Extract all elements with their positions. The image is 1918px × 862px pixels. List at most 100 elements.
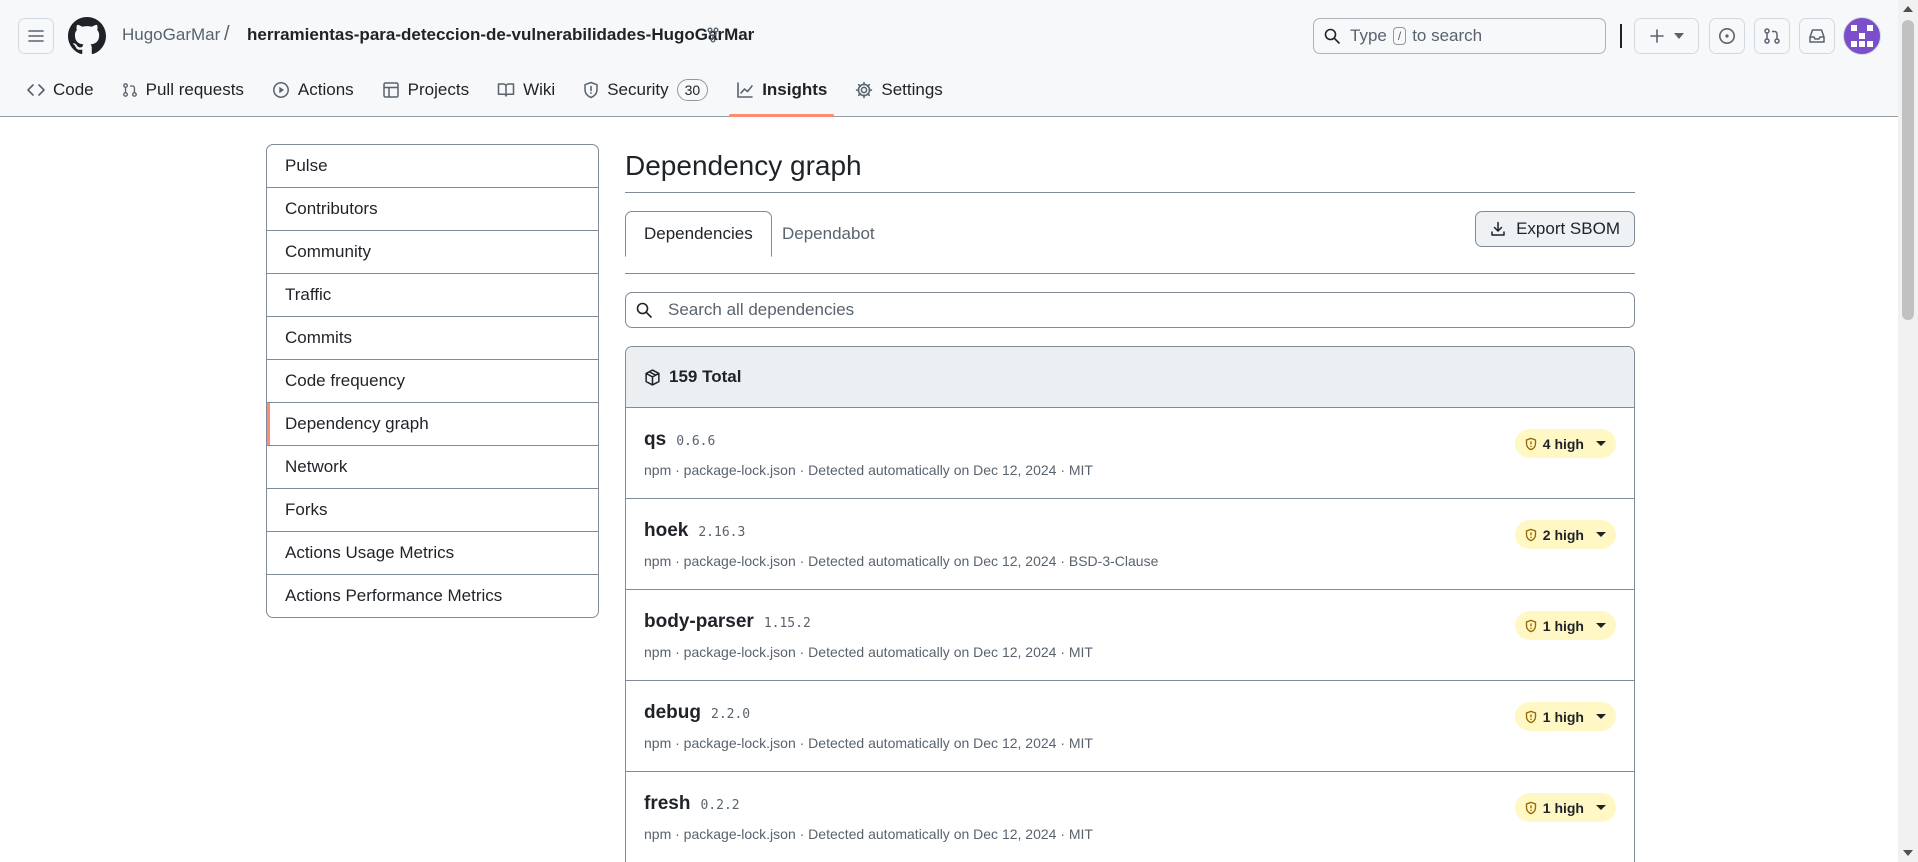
repo-owner-link[interactable]: HugoGarMar [122, 25, 220, 45]
identicon-icon [1851, 25, 1873, 47]
dependency-name-link[interactable]: body-parser [644, 611, 754, 633]
tab-dependabot[interactable]: Dependabot [764, 211, 893, 256]
tab-settings[interactable]: Settings [844, 76, 953, 104]
chevron-down-icon [1596, 532, 1606, 537]
dependency-meta: npm · package-lock.json · Detected autom… [644, 735, 1093, 751]
export-sbom-button[interactable]: Export SBOM [1475, 211, 1635, 247]
search-icon [636, 302, 652, 318]
dependency-list: 159 Total qs 0.6.6 npm · package-lock.js… [625, 346, 1635, 862]
severity-badge-dropdown[interactable]: 1 high [1514, 793, 1616, 822]
severity-badge-dropdown[interactable]: 4 high [1514, 429, 1616, 458]
list-item: debug 2.2.0 npm · package-lock.json · De… [626, 681, 1634, 772]
sidebar-item-traffic[interactable]: Traffic [267, 273, 598, 316]
hamburger-icon [28, 30, 44, 42]
issues-button[interactable] [1709, 18, 1745, 54]
dependency-name-link[interactable]: qs [644, 429, 666, 451]
download-icon [1491, 221, 1505, 236]
dependency-total-label: 159 Total [669, 367, 742, 386]
tab-label: Security [607, 80, 669, 99]
table-icon [382, 82, 399, 98]
security-counter-badge: 30 [676, 79, 709, 101]
repo-nav: Code Pull requests Actions Projects Wiki… [16, 76, 960, 117]
shield-alert-icon [1525, 619, 1536, 632]
breadcrumb-separator: / [224, 23, 230, 45]
search-prefix: Type [1350, 26, 1387, 45]
severity-badge-dropdown[interactable]: 1 high [1514, 702, 1616, 731]
tab-label: Actions [297, 80, 354, 99]
shield-alert-icon [1525, 437, 1536, 450]
dependency-tabs: Dependencies Dependabot Export SBOM [625, 211, 1635, 274]
repo-name-link[interactable]: herramientas-para-deteccion-de-vulnerabi… [247, 25, 754, 45]
inbox-icon [1809, 29, 1825, 43]
sidebar-item-dependency-graph[interactable]: Dependency graph [267, 402, 598, 445]
sidebar-item-code-frequency[interactable]: Code frequency [267, 359, 598, 402]
list-item: fresh 0.2.2 npm · package-lock.json · De… [626, 772, 1634, 862]
book-icon [497, 83, 515, 97]
dependency-name-link[interactable]: fresh [644, 793, 690, 815]
dependency-name-link[interactable]: debug [644, 702, 701, 724]
tab-dependencies[interactable]: Dependencies [625, 211, 772, 257]
sidebar-item-pulse[interactable]: Pulse [267, 145, 598, 187]
pull-request-icon [122, 83, 137, 97]
search-icon [1324, 28, 1340, 44]
avatar[interactable] [1843, 17, 1881, 55]
gear-icon [856, 81, 873, 99]
package-icon [645, 368, 660, 386]
tab-label: Pull requests [145, 80, 244, 99]
tab-insights[interactable]: Insights [725, 76, 838, 117]
scroll-up-arrow-icon[interactable] [1903, 6, 1913, 12]
severity-badge-dropdown[interactable]: 1 high [1514, 611, 1616, 640]
tab-pull-requests[interactable]: Pull requests [111, 76, 255, 104]
dependency-name-link[interactable]: hoek [644, 520, 688, 542]
severity-badge-dropdown[interactable]: 2 high [1514, 520, 1616, 549]
tab-projects[interactable]: Projects [371, 76, 480, 104]
shield-alert-icon [1525, 710, 1536, 723]
tab-security[interactable]: Security 30 [572, 76, 719, 104]
header-divider [1620, 24, 1622, 48]
list-item: qs 0.6.6 npm · package-lock.json · Detec… [626, 408, 1634, 499]
sidebar-item-commits[interactable]: Commits [267, 316, 598, 359]
sidebar-item-community[interactable]: Community [267, 230, 598, 273]
pull-requests-button[interactable] [1754, 18, 1790, 54]
tab-wiki[interactable]: Wiki [486, 76, 566, 104]
dependency-version: 1.15.2 [763, 616, 811, 631]
dependency-meta: npm · package-lock.json · Detected autom… [644, 462, 1093, 478]
scroll-down-arrow-icon[interactable] [1903, 850, 1913, 856]
tab-label: Wiki [523, 80, 556, 99]
global-search-input[interactable]: Type / to search [1313, 18, 1606, 54]
tab-actions[interactable]: Actions [261, 76, 365, 104]
severity-label: 1 high [1542, 708, 1584, 725]
export-sbom-label: Export SBOM [1516, 219, 1620, 238]
dependency-meta: npm · package-lock.json · Detected autom… [644, 553, 1159, 569]
chevron-down-icon [1673, 33, 1684, 39]
sidebar-item-actions-performance-metrics[interactable]: Actions Performance Metrics [267, 574, 598, 617]
create-new-button[interactable] [1634, 18, 1699, 54]
shield-alert-icon [1525, 528, 1536, 541]
main-content: Dependency graph Dependencies Dependabot… [625, 144, 1635, 862]
inbox-button[interactable] [1799, 18, 1835, 54]
code-icon [27, 84, 45, 96]
github-logo-icon[interactable] [68, 17, 106, 55]
page-title: Dependency graph [625, 144, 1635, 193]
dependency-version: 2.2.0 [711, 707, 751, 722]
sidebar-item-contributors[interactable]: Contributors [267, 187, 598, 230]
tab-label: Settings [881, 80, 943, 99]
shield-icon [584, 81, 598, 99]
menu-button[interactable] [18, 18, 54, 54]
tab-code[interactable]: Code [16, 76, 105, 104]
page-scrollbar[interactable] [1898, 0, 1918, 862]
sidebar-item-network[interactable]: Network [267, 445, 598, 488]
chevron-down-icon [1596, 805, 1606, 810]
dependency-total-header: 159 Total [626, 347, 1634, 408]
dependency-search-input[interactable]: Search all dependencies [625, 292, 1635, 328]
severity-label: 1 high [1542, 617, 1584, 634]
search-shortcut-key: / [1392, 27, 1407, 45]
app-header: HugoGarMar / herramientas-para-deteccion… [0, 0, 1898, 117]
dependency-search-placeholder: Search all dependencies [668, 300, 855, 319]
scrollbar-thumb[interactable] [1902, 20, 1914, 320]
sidebar-item-forks[interactable]: Forks [267, 488, 598, 531]
chevron-down-icon [1596, 623, 1606, 628]
dependency-version: 0.2.2 [700, 798, 740, 813]
sidebar-item-actions-usage-metrics[interactable]: Actions Usage Metrics [267, 531, 598, 574]
tab-label: Insights [762, 80, 828, 99]
